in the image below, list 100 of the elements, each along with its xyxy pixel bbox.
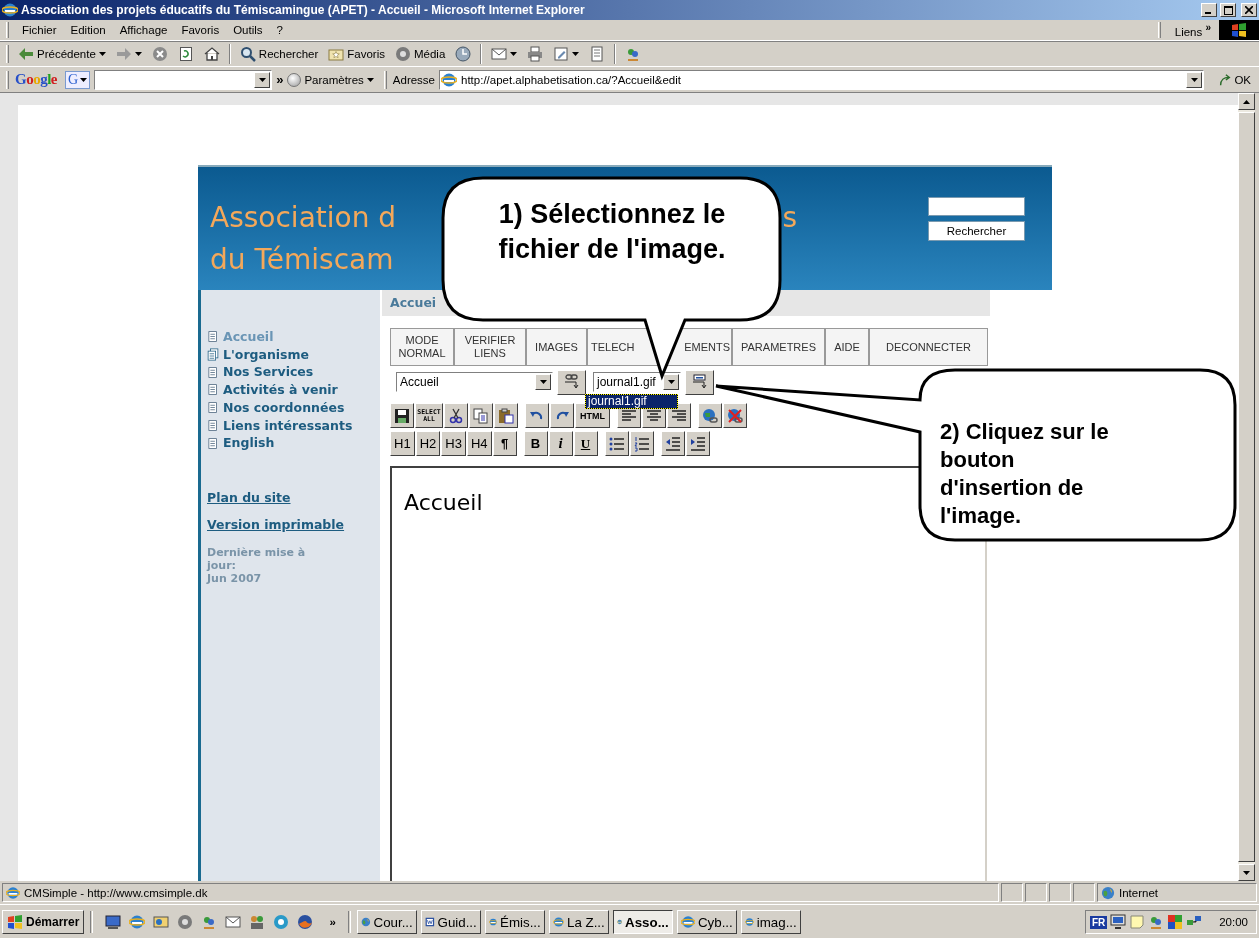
security-zone: Internet: [1097, 883, 1257, 902]
back-button[interactable]: Précédente: [15, 43, 109, 65]
taskbar-button[interactable]: Cour...: [356, 910, 417, 934]
desktop-shortcut[interactable]: [105, 914, 122, 930]
mail-shortcut[interactable]: [225, 914, 242, 930]
nav-link[interactable]: Nos Services: [207, 363, 376, 382]
sidebar-link[interactable]: Plan du site: [207, 489, 376, 505]
scroll-down-button[interactable]: [1238, 864, 1255, 881]
scroll-up-button[interactable]: [1238, 93, 1255, 110]
firefox-shortcut[interactable]: [297, 914, 314, 930]
pages-icon: [207, 348, 219, 362]
settings-button[interactable]: Paramètres: [287, 72, 374, 87]
underline-button[interactable]: U: [573, 431, 598, 456]
chat-shortcut[interactable]: [273, 914, 290, 930]
copy-button[interactable]: [469, 403, 493, 428]
menu-item[interactable]: Edition: [63, 24, 113, 36]
nav-link[interactable]: English: [207, 434, 376, 452]
media-shortcut[interactable]: [177, 914, 194, 930]
taskbar-button[interactable]: Guid...: [420, 910, 481, 934]
people-shortcut[interactable]: [249, 914, 266, 930]
paragraph-button[interactable]: ¶: [492, 431, 517, 456]
bold-button[interactable]: B: [523, 431, 548, 456]
insert-link-button[interactable]: [557, 369, 586, 395]
media-button[interactable]: Média: [392, 43, 449, 65]
caret-icon: [80, 77, 88, 82]
refresh-icon: [177, 46, 194, 62]
outdent-button[interactable]: [660, 431, 685, 456]
search-engine-button[interactable]: G: [65, 70, 91, 89]
heading-button[interactable]: H2: [415, 431, 441, 456]
favorites-button[interactable]: Favoris: [325, 43, 388, 65]
menu-item[interactable]: Outils: [226, 24, 270, 36]
page-select[interactable]: Accueil: [396, 372, 553, 392]
undo-button[interactable]: [525, 403, 549, 428]
more-button[interactable]: »: [329, 916, 336, 928]
save-button[interactable]: [390, 403, 414, 428]
redo-button[interactable]: [550, 403, 574, 428]
menu-item[interactable]: Affichage: [112, 24, 175, 36]
chat-icon: [273, 914, 290, 930]
nav-link[interactable]: Liens intéressants: [207, 416, 376, 435]
outlook-icon: [153, 914, 170, 930]
heading-button[interactable]: H4: [466, 431, 492, 456]
favorites-icon: [328, 46, 345, 62]
search-field[interactable]: [928, 197, 1025, 216]
dropdown-button[interactable]: [254, 71, 271, 88]
insert-image-button[interactable]: [685, 369, 714, 395]
heading-button[interactable]: H1: [390, 431, 415, 456]
search-icon: [239, 46, 256, 62]
nav-link[interactable]: Nos coordonnées: [207, 398, 376, 417]
status-pane: [1073, 883, 1095, 902]
dropdown-button[interactable]: [663, 374, 679, 390]
page-icon: [207, 418, 219, 432]
italic-button[interactable]: i: [548, 431, 573, 456]
language-indicator[interactable]: FR: [1089, 915, 1108, 929]
menu-item[interactable]: Favoris: [174, 24, 227, 36]
page-icon: [207, 330, 219, 344]
search-button[interactable]: Rechercher: [928, 221, 1025, 241]
cut-button[interactable]: [444, 403, 468, 428]
heading-button[interactable]: H3: [441, 431, 466, 456]
paste-button[interactable]: [494, 403, 518, 428]
menu-item[interactable]: ?: [269, 24, 290, 36]
image-select[interactable]: journal1.gif: [593, 372, 681, 392]
update-label: Dernière mise à jour:: [207, 545, 307, 572]
taskbar-button[interactable]: Asso...: [612, 910, 673, 934]
unlink-button[interactable]: [723, 403, 747, 428]
editor-tab[interactable]: PARAMETRES: [732, 328, 825, 366]
editor-tab[interactable]: DECONNECTER: [869, 328, 988, 366]
edit-icon: [553, 46, 570, 62]
taskbar-button[interactable]: Émis...: [484, 910, 545, 934]
editor-tab[interactable]: MODE NORMAL: [390, 328, 454, 366]
links-button[interactable]: Liens $^{»}$: [1166, 22, 1219, 38]
search-button[interactable]: Rechercher: [236, 43, 322, 65]
more-button[interactable]: »: [276, 72, 284, 87]
outlook-shortcut[interactable]: [153, 914, 170, 930]
dropdown-button[interactable]: [535, 374, 551, 390]
dropdown-button[interactable]: [1186, 71, 1203, 88]
bullets-button[interactable]: [604, 431, 629, 456]
maximize-button[interactable]: [1220, 3, 1236, 17]
paste-icon: [498, 407, 514, 424]
browser-shortcut[interactable]: [129, 914, 146, 930]
address-field[interactable]: http://apet.alphabetisation.ca/?Accueil&edit: [439, 69, 1205, 90]
link-button[interactable]: [698, 403, 722, 428]
nav-link[interactable]: Activités à venir: [207, 381, 376, 399]
taskbar-button[interactable]: imag...: [740, 910, 801, 934]
nav-link[interactable]: L'organisme: [207, 345, 376, 364]
search-field[interactable]: [94, 69, 273, 90]
taskbar-button[interactable]: Cyb...: [676, 910, 737, 934]
editor-tab[interactable]: VERIFIER LIENS: [454, 328, 526, 366]
go-button[interactable]: OK: [1218, 72, 1251, 87]
sidebar-link[interactable]: Version imprimable: [207, 516, 376, 532]
minimize-button[interactable]: [1201, 3, 1217, 17]
numbers-button[interactable]: [629, 431, 654, 456]
dropdown-option[interactable]: journal1.gif: [586, 395, 677, 408]
taskbar-button[interactable]: La Z...: [548, 910, 609, 934]
start-button[interactable]: Démarrer: [2, 910, 85, 934]
indent-button[interactable]: [685, 431, 710, 456]
menu-item[interactable]: Fichier: [15, 24, 64, 36]
address-label: Adresse: [392, 73, 435, 86]
editor-tab[interactable]: IMAGES: [526, 328, 587, 366]
close-button[interactable]: [1241, 3, 1257, 17]
editor-tab[interactable]: AIDE: [825, 328, 869, 366]
